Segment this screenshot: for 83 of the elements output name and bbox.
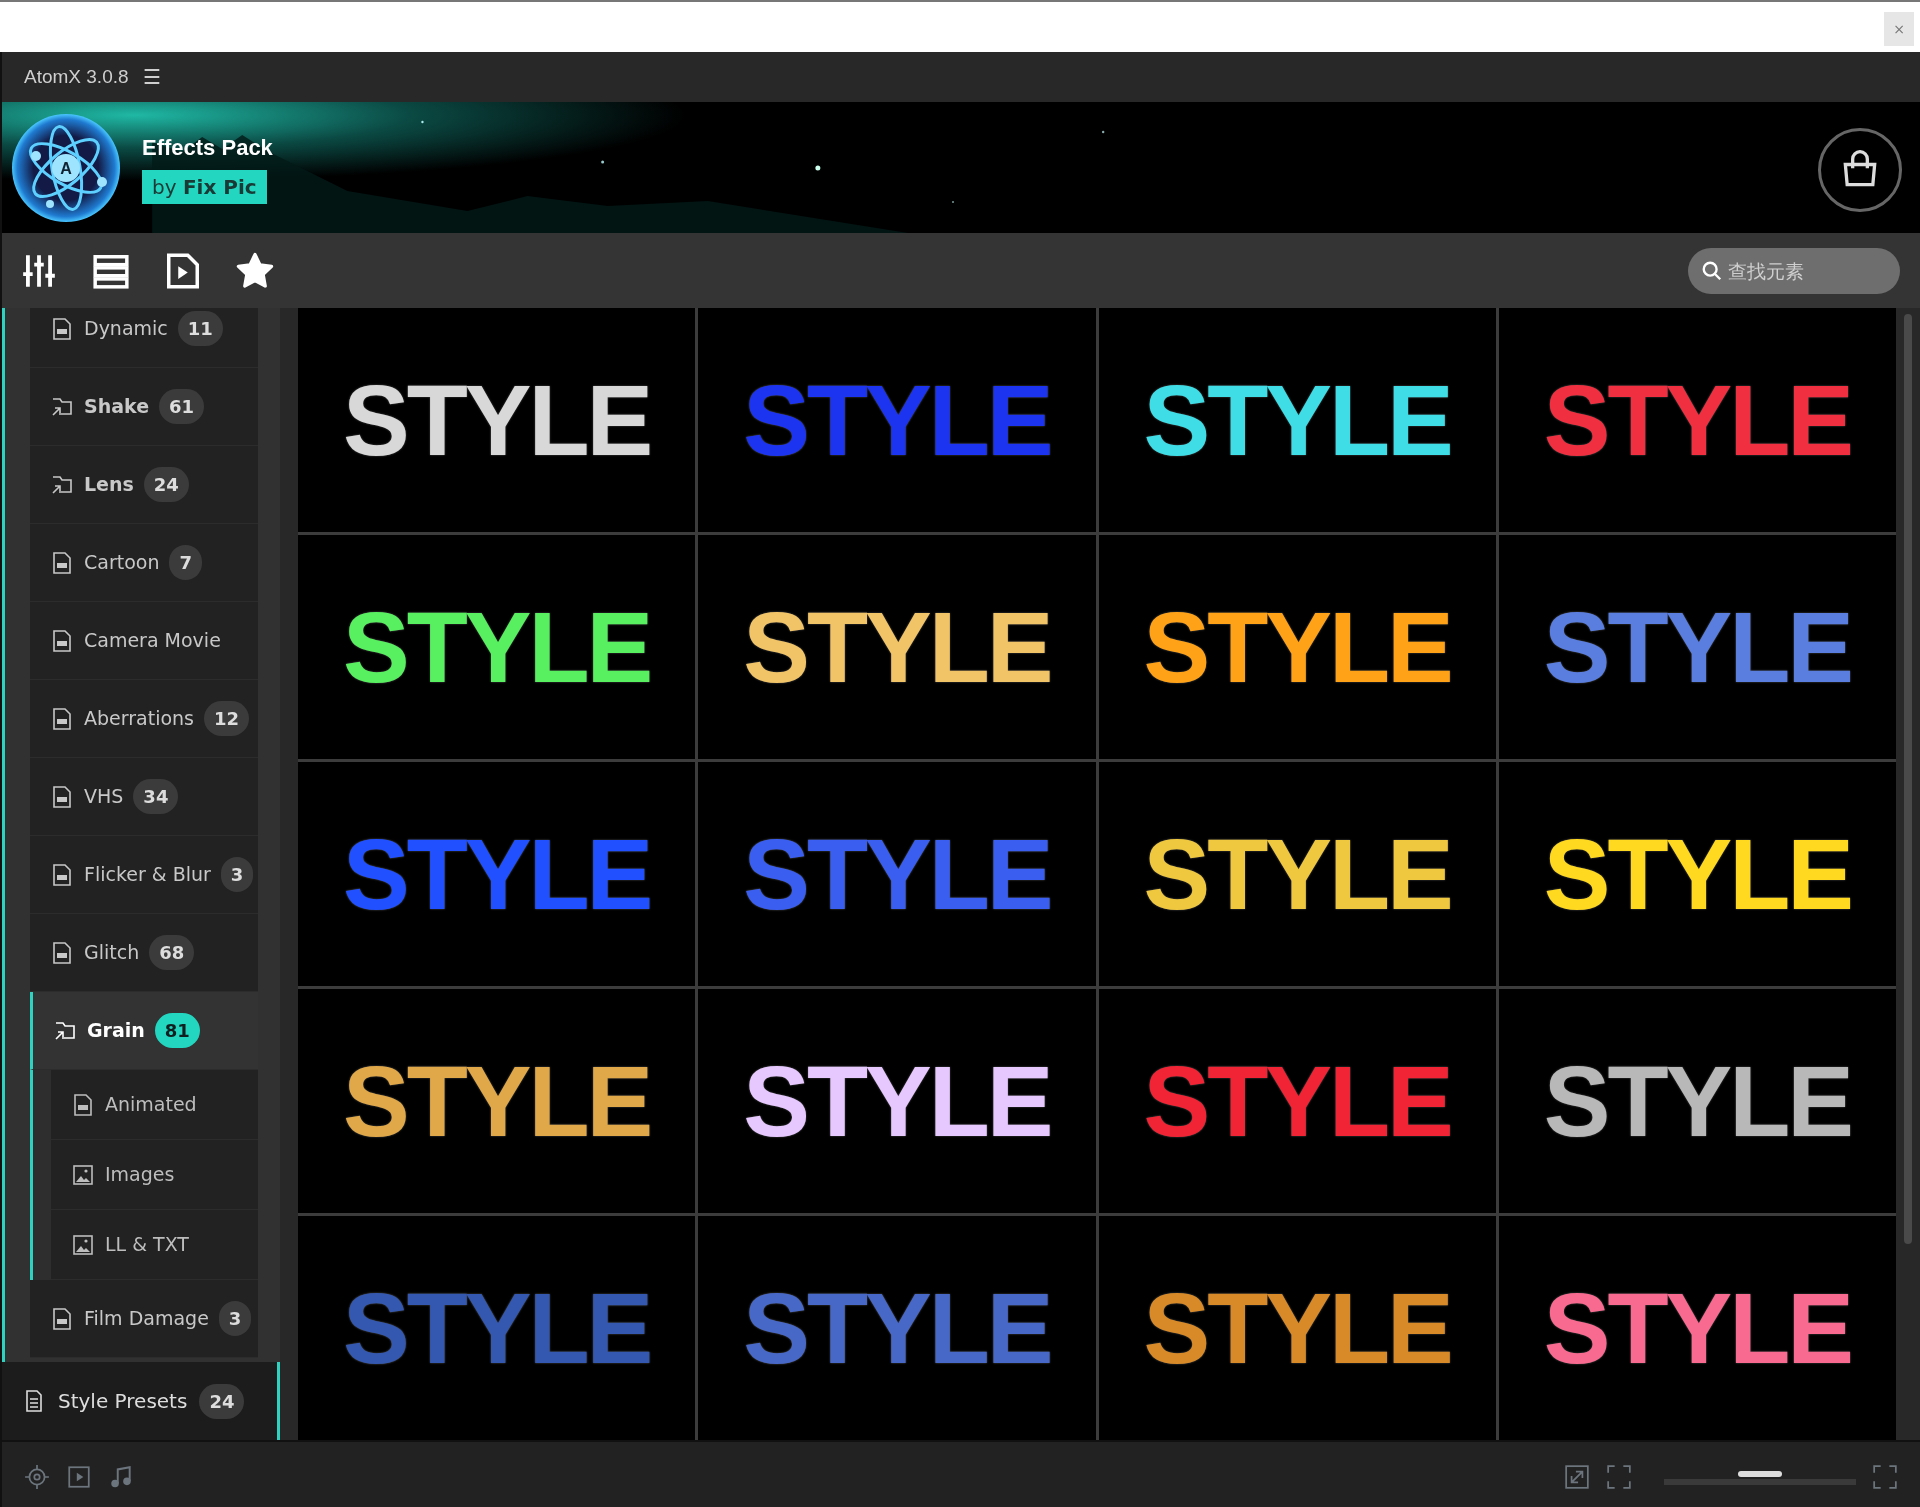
preset-preview-text: STYLE bbox=[1143, 824, 1451, 924]
sidebar-item[interactable]: Dynamic 11 bbox=[30, 308, 258, 368]
preset-tile[interactable]: STYLE bbox=[1098, 308, 1496, 532]
sidebar-item[interactable]: Aberrations 12 bbox=[30, 680, 258, 758]
count-badge: 34 bbox=[133, 779, 179, 814]
sidebar-item[interactable]: Flicker & Blur 3 bbox=[30, 836, 258, 914]
preset-preview-text: STYLE bbox=[1143, 597, 1451, 697]
app-title: AtomX 3.0.8 bbox=[24, 64, 129, 89]
sidebar-item[interactable]: VHS 34 bbox=[30, 758, 258, 836]
preset-tile[interactable]: STYLE bbox=[298, 308, 696, 532]
image-file-icon bbox=[71, 1232, 95, 1257]
fullscreen-icon[interactable] bbox=[1606, 1464, 1632, 1490]
count-badge: 68 bbox=[149, 935, 195, 970]
preset-preview-text: STYLE bbox=[1543, 370, 1851, 470]
sidebar-subitem[interactable]: LL & TXT bbox=[51, 1210, 258, 1280]
preset-preview-text: STYLE bbox=[1543, 824, 1851, 924]
play-icon[interactable] bbox=[66, 1464, 92, 1490]
preset-preview-text: STYLE bbox=[743, 370, 1051, 470]
preset-tile[interactable]: STYLE bbox=[298, 989, 696, 1213]
close-button[interactable]: × bbox=[1884, 12, 1914, 46]
preset-preview-text: STYLE bbox=[1543, 597, 1851, 697]
byline-label: by Fix Pic bbox=[142, 170, 267, 204]
preset-tile[interactable]: STYLE bbox=[698, 1216, 1096, 1440]
preset-tile[interactable]: STYLE bbox=[1498, 989, 1896, 1213]
count-badge: 3 bbox=[220, 857, 254, 892]
count-badge: 12 bbox=[204, 701, 250, 736]
sidebar-item[interactable]: Shake 61 bbox=[30, 368, 258, 446]
sidebar-item[interactable]: Glitch 68 bbox=[30, 914, 258, 992]
fullscreen-icon[interactable] bbox=[1872, 1464, 1898, 1490]
sidebar-item[interactable]: Cartoon 7 bbox=[30, 524, 258, 602]
sidebar-item[interactable]: Grain 81 bbox=[30, 992, 258, 1070]
preset-preview-text: STYLE bbox=[1543, 1278, 1851, 1378]
preset-preview-text: STYLE bbox=[743, 824, 1051, 924]
preset-preview-text: STYLE bbox=[743, 1051, 1051, 1151]
preset-preview-text: STYLE bbox=[1143, 1278, 1451, 1378]
preset-preview-text: STYLE bbox=[343, 824, 651, 924]
preset-tile[interactable]: STYLE bbox=[1098, 989, 1496, 1213]
count-badge: 24 bbox=[143, 467, 189, 502]
search-field[interactable]: 查找元素 bbox=[1688, 247, 1900, 294]
preset-preview-text: STYLE bbox=[743, 1278, 1051, 1378]
preset-preview-text: STYLE bbox=[1543, 1051, 1851, 1151]
count-badge: 24 bbox=[199, 1383, 245, 1419]
atom-logo: A bbox=[10, 111, 122, 224]
preset-tile[interactable]: STYLE bbox=[698, 762, 1096, 986]
preset-tile[interactable]: STYLE bbox=[1098, 535, 1496, 759]
preset-tile[interactable]: STYLE bbox=[1098, 762, 1496, 986]
image-file-icon bbox=[71, 1162, 95, 1187]
video-file-icon[interactable] bbox=[164, 251, 202, 290]
sidebar-footer-item[interactable]: Style Presets 24 bbox=[2, 1362, 280, 1440]
preset-tile[interactable]: STYLE bbox=[1498, 308, 1896, 532]
preset-preview-text: STYLE bbox=[743, 597, 1051, 697]
sidebar-item[interactable]: Film Damage 3 bbox=[30, 1280, 258, 1358]
menu-button[interactable]: ☰ bbox=[142, 62, 161, 92]
preset-preview-text: STYLE bbox=[343, 1051, 651, 1151]
preset-preview-text: STYLE bbox=[1143, 1051, 1451, 1151]
sidebar-subitem[interactable]: Animated bbox=[51, 1070, 258, 1140]
preset-tile[interactable]: STYLE bbox=[298, 535, 696, 759]
preset-preview-text: STYLE bbox=[343, 370, 651, 470]
preset-tile[interactable]: STYLE bbox=[698, 989, 1096, 1213]
preset-tile[interactable]: STYLE bbox=[1098, 1216, 1496, 1440]
slider-thumb[interactable] bbox=[1738, 1471, 1782, 1477]
preset-tile[interactable]: STYLE bbox=[1498, 762, 1896, 986]
sidebar-item[interactable]: Lens 24 bbox=[30, 446, 258, 524]
count-badge: 81 bbox=[154, 1013, 200, 1048]
sidebar-item[interactable]: Camera Movie bbox=[30, 602, 258, 680]
preset-tile[interactable]: STYLE bbox=[1498, 535, 1896, 759]
star-icon[interactable] bbox=[236, 251, 274, 290]
banner-title: Effects Pack bbox=[142, 134, 273, 162]
preset-preview-text: STYLE bbox=[1143, 370, 1451, 470]
scrollbar[interactable] bbox=[1904, 314, 1912, 1244]
music-note-icon[interactable] bbox=[108, 1464, 134, 1490]
count-badge: 61 bbox=[159, 389, 205, 424]
preset-preview-text: STYLE bbox=[343, 1278, 651, 1378]
count-badge: 3 bbox=[218, 1301, 252, 1336]
expand-icon[interactable] bbox=[1564, 1464, 1590, 1490]
count-badge: 11 bbox=[177, 311, 223, 346]
preset-tile[interactable]: STYLE bbox=[1498, 1216, 1896, 1440]
preset-tile[interactable]: STYLE bbox=[698, 535, 1096, 759]
preset-preview-text: STYLE bbox=[343, 597, 651, 697]
preset-tile[interactable]: STYLE bbox=[298, 762, 696, 986]
sidebar-subitem[interactable]: Images bbox=[51, 1140, 258, 1210]
count-badge: 7 bbox=[169, 545, 202, 580]
target-icon[interactable] bbox=[24, 1464, 50, 1490]
